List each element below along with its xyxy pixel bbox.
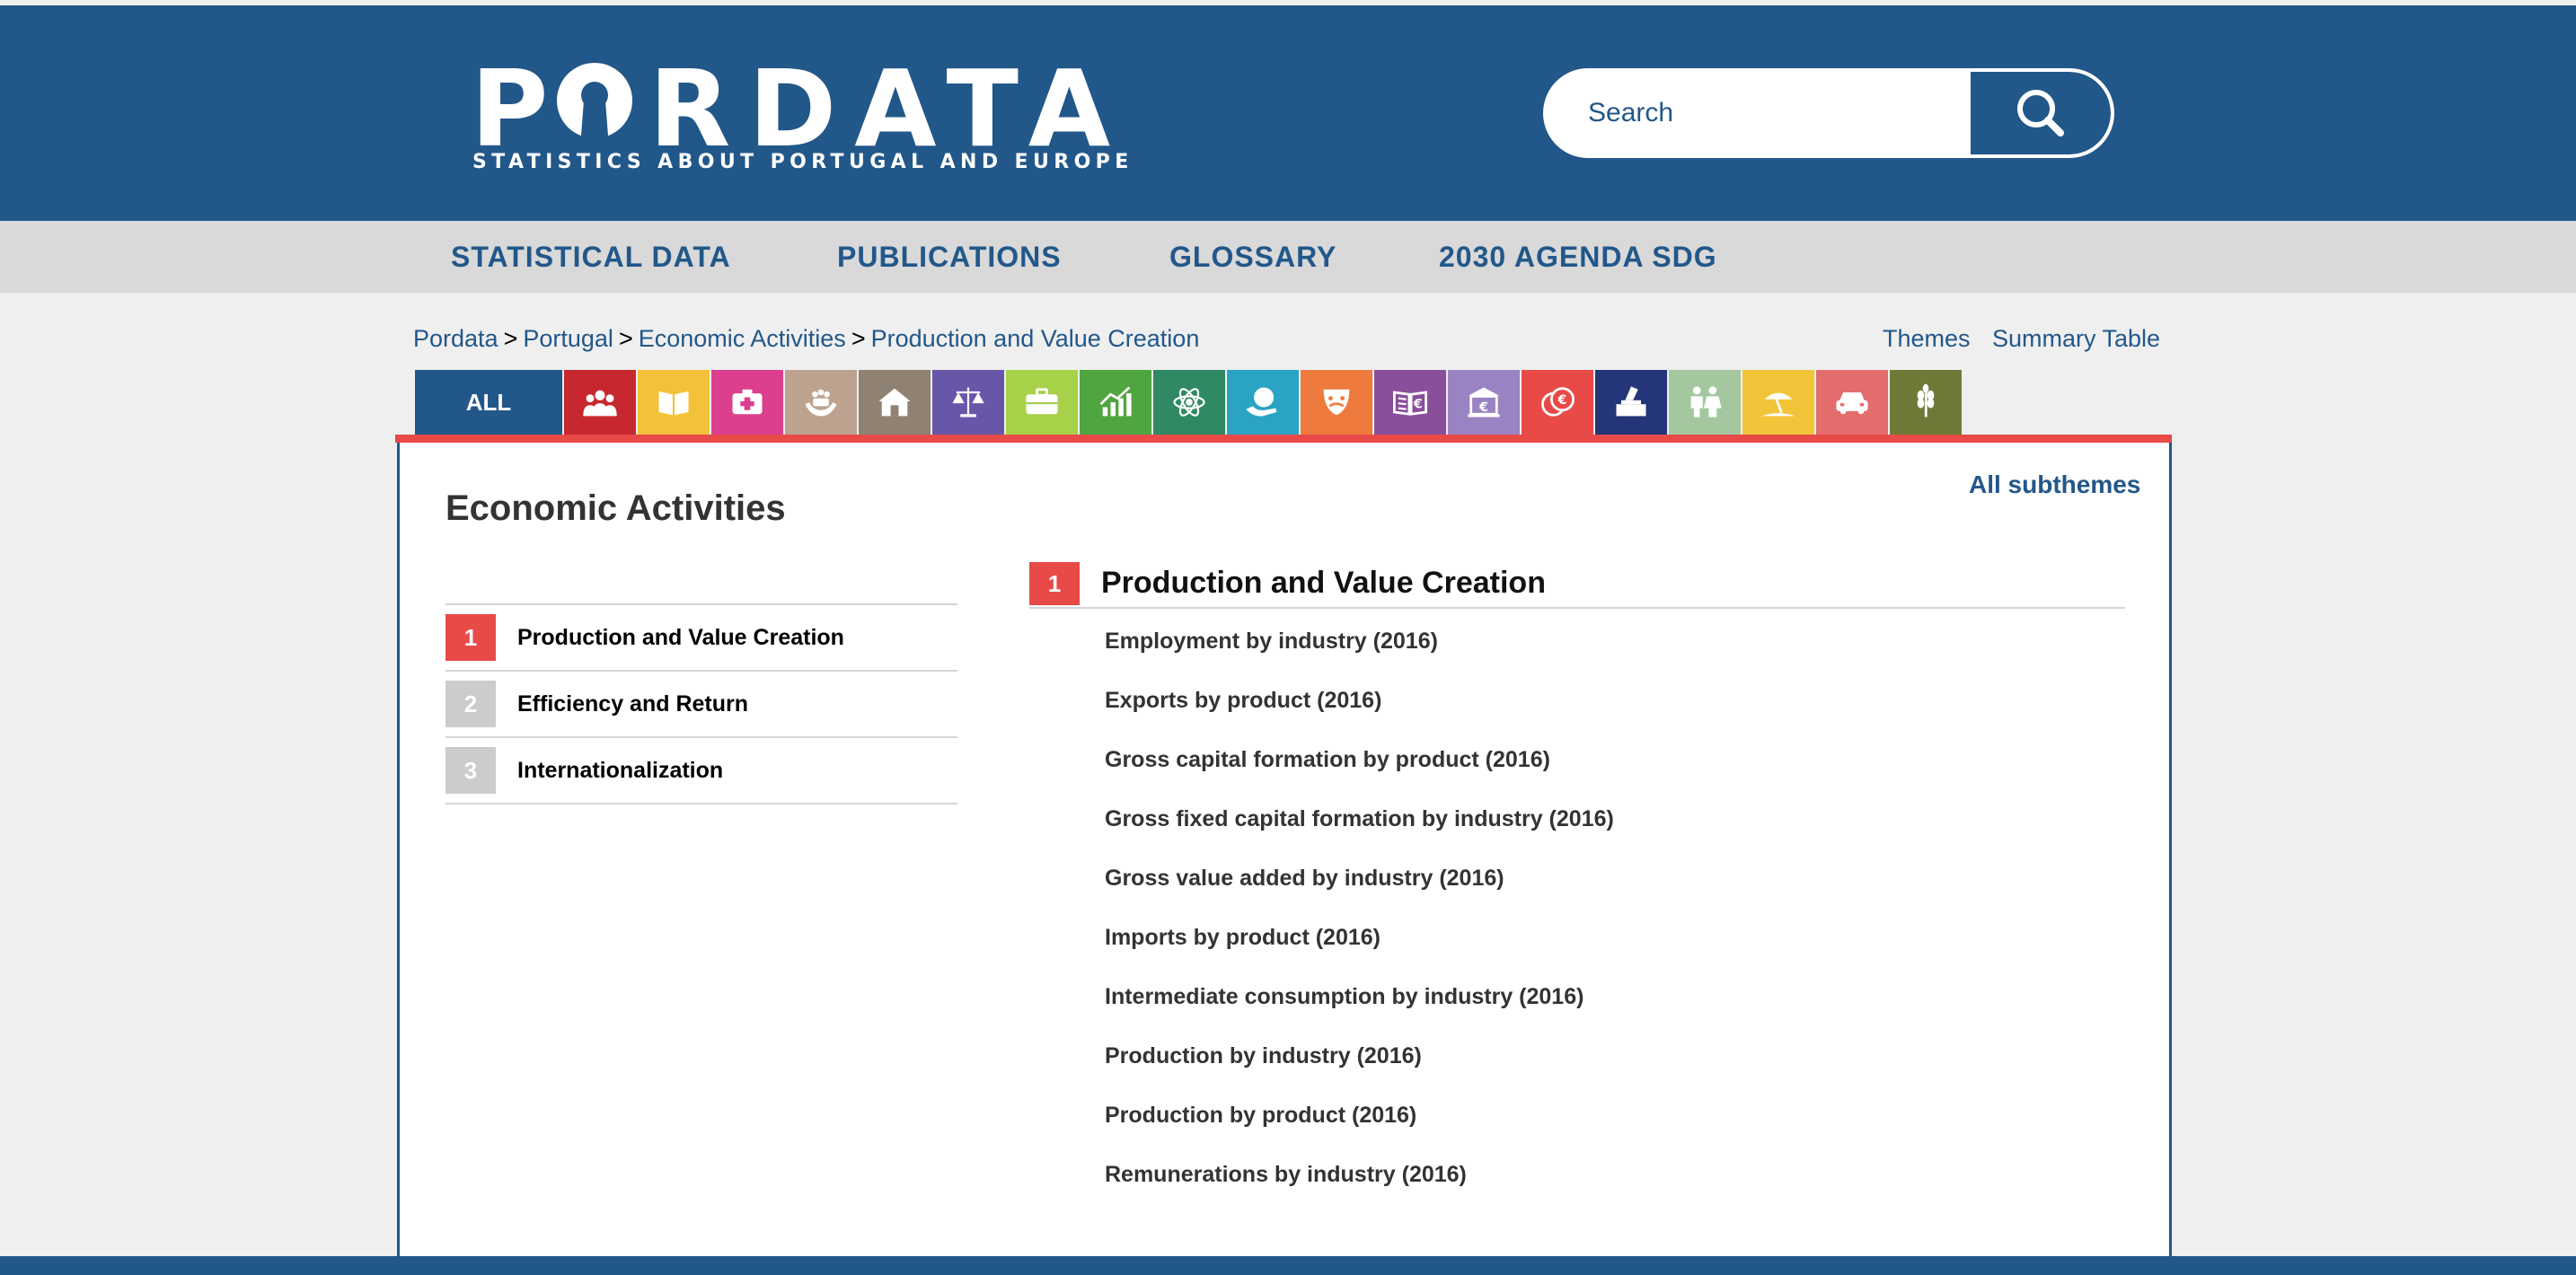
theme-science-button[interactable] [1153, 370, 1225, 435]
search-box [1543, 68, 2114, 158]
libraries-icon: € [1393, 391, 1427, 416]
main-nav: STATISTICAL DATA PUBLICATIONS GLOSSARY 2… [0, 221, 2576, 293]
nav-publications[interactable]: PUBLICATIONS [837, 221, 1062, 293]
theme-health-button[interactable] [711, 370, 783, 435]
breadcrumb-separator: > [503, 325, 518, 352]
subtheme-number: 1 [446, 614, 496, 661]
summary-table-link[interactable]: Summary Table [1992, 325, 2160, 353]
family-icon [1690, 386, 1722, 418]
culture-icon [1323, 389, 1350, 416]
table-link-employment-by-industry[interactable]: Employment by industry (2016) [1105, 620, 1614, 679]
justice-icon [952, 387, 984, 418]
environment-icon [1246, 387, 1277, 417]
svg-text:€: € [1557, 393, 1567, 408]
theme-culture-button[interactable] [1301, 370, 1372, 435]
elections-icon [1616, 386, 1646, 417]
breadcrumb-economic-activities[interactable]: Economic Activities [639, 325, 846, 352]
agriculture-icon [1917, 383, 1935, 418]
population-icon [583, 390, 617, 417]
theme-agriculture-button[interactable] [1890, 370, 1962, 435]
breadcrumb-portugal[interactable]: Portugal [523, 325, 613, 352]
search-icon [2017, 90, 2064, 136]
theme-environment-button[interactable] [1227, 370, 1299, 435]
table-link-gross-fixed-capital-formation-by-industry[interactable]: Gross fixed capital formation by industr… [1105, 797, 1614, 857]
transport-icon [1836, 392, 1868, 415]
theme-family-button[interactable] [1669, 370, 1741, 435]
subtheme-label: Internationalization [517, 758, 724, 783]
breadcrumb-separator: > [851, 325, 866, 352]
breadcrumb-pordata[interactable]: Pordata [413, 325, 498, 352]
nav-statistical-data[interactable]: STATISTICAL DATA [451, 221, 731, 293]
subtheme-item-internationalization[interactable]: 3 Internationalization [446, 736, 957, 805]
theme-money-button[interactable]: € [1522, 370, 1593, 435]
subtheme-list: 1 Production and Value Creation 2 Effici… [446, 603, 957, 805]
theme-economy-button[interactable] [1080, 370, 1151, 435]
table-link-remunerations-by-industry[interactable]: Remunerations by industry (2016) [1105, 1153, 1614, 1212]
footer-strip [0, 1256, 2576, 1275]
subtheme-label: Efficiency and Return [517, 691, 748, 717]
science-icon [1173, 388, 1205, 417]
theme-tourism-button[interactable] [1742, 370, 1814, 435]
subtheme-item-efficiency-return[interactable]: 2 Efficiency and Return [446, 670, 957, 736]
table-link-production-by-product[interactable]: Production by product (2016) [1105, 1094, 1614, 1153]
svg-text:€: € [1413, 398, 1423, 412]
breadcrumb: Pordata > Portugal > Economic Activities > Pro… [413, 325, 1199, 353]
table-link-exports-by-product[interactable]: Exports by product (2016) [1105, 679, 1614, 738]
svg-text:€: € [1478, 400, 1488, 415]
theme-libraries-button[interactable]: € [1374, 370, 1446, 435]
table-link-gross-value-added-by-industry[interactable]: Gross value added by industry (2016) [1105, 857, 1614, 916]
table-list: Employment by industry (2016) Exports by… [1105, 620, 1614, 1212]
theme-housing-button[interactable] [859, 370, 931, 435]
pordata-logo[interactable]: P RDATA STATISTICS ABOUT PORTUGAL AND EUR… [471, 56, 1128, 181]
table-link-gross-capital-formation-by-product[interactable]: Gross capital formation by product (2016… [1105, 738, 1614, 797]
table-link-imports-by-product[interactable]: Imports by product (2016) [1105, 916, 1614, 975]
tourism-icon [1761, 392, 1795, 417]
education-icon [658, 391, 689, 416]
economy-icon [1099, 386, 1132, 417]
logo-subtitle: STATISTICS ABOUT PORTUGAL AND EUROPE [472, 151, 1134, 173]
theme-population-button[interactable] [564, 370, 636, 435]
table-link-production-by-industry[interactable]: Production by industry (2016) [1105, 1034, 1614, 1094]
subtheme-number: 2 [446, 681, 496, 727]
themes-link[interactable]: Themes [1883, 325, 1971, 353]
housing-icon [878, 388, 911, 417]
section-number: 1 [1029, 562, 1080, 605]
theme-elections-button[interactable] [1595, 370, 1667, 435]
employment-icon [1026, 388, 1058, 415]
theme-public-finance-button[interactable]: € [1448, 370, 1520, 435]
section-header: 1 Production and Value Creation [1029, 562, 2125, 609]
public-finance-icon: € [1468, 387, 1500, 418]
logo-keyhole-icon [557, 63, 632, 147]
subtheme-item-production-value-creation[interactable]: 1 Production and Value Creation [446, 603, 957, 670]
theme-education-button[interactable] [638, 370, 710, 435]
search-input[interactable] [1547, 72, 1978, 154]
table-link-intermediate-consumption-by-industry[interactable]: Intermediate consumption by industry (20… [1105, 975, 1614, 1034]
social-protection-icon [805, 389, 837, 417]
theme-justice-button[interactable] [932, 370, 1004, 435]
subtheme-number: 3 [446, 747, 496, 794]
theme-transport-button[interactable] [1816, 370, 1888, 435]
breadcrumb-production-value-creation[interactable]: Production and Value Creation [871, 325, 1200, 352]
nav-glossary[interactable]: GLOSSARY [1169, 221, 1337, 293]
theme-social-protection-button[interactable] [785, 370, 857, 435]
theme-employment-button[interactable] [1006, 370, 1078, 435]
page-title: Economic Activities [446, 488, 786, 528]
theme-all-button[interactable]: ALL [415, 370, 562, 435]
nav-2030-agenda-sdg[interactable]: 2030 AGENDA SDG [1439, 221, 1717, 293]
theme-accent-line [395, 435, 2172, 443]
search-button[interactable] [1971, 72, 2111, 154]
money-icon: € [1541, 387, 1575, 417]
site-header: P RDATA STATISTICS ABOUT PORTUGAL AND EUR… [0, 5, 2576, 221]
section-title: Production and Value Creation [1101, 566, 1546, 600]
all-subthemes-link[interactable]: All subthemes [1969, 470, 2140, 499]
breadcrumb-separator: > [618, 325, 633, 352]
health-icon [732, 389, 763, 415]
subtheme-label: Production and Value Creation [517, 625, 844, 650]
